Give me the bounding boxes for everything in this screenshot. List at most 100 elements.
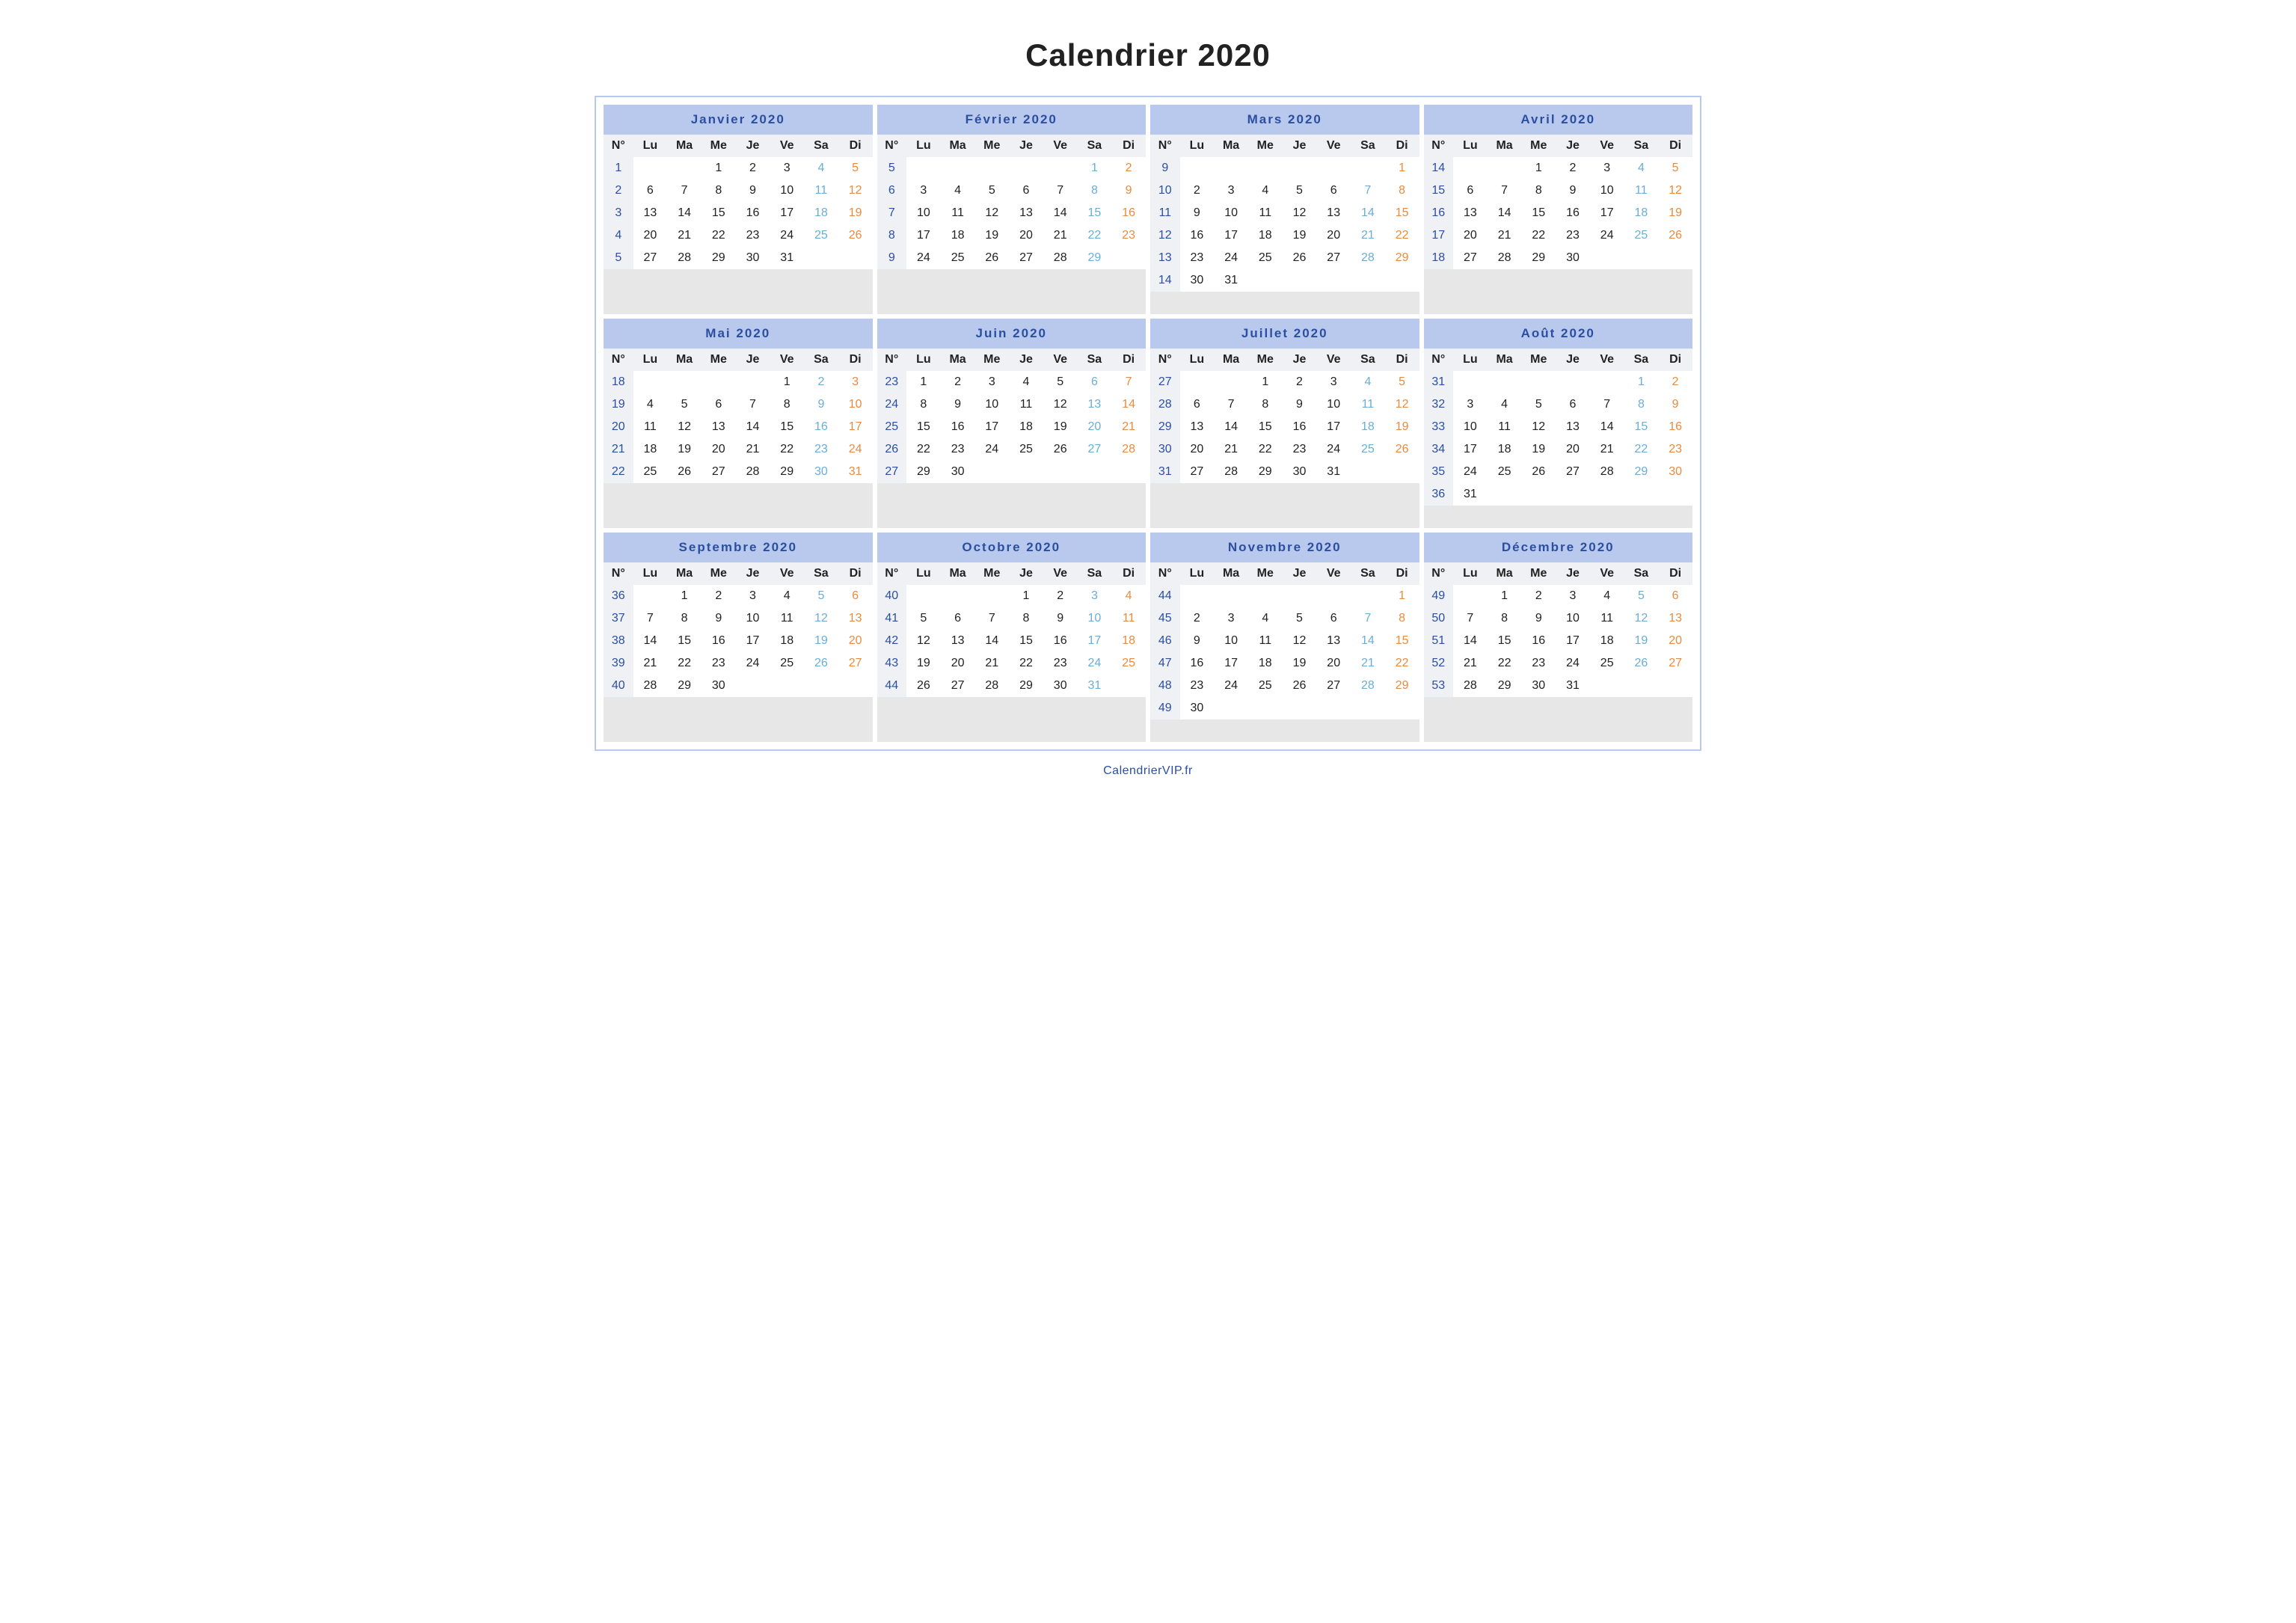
- week-row: 3524252627282930: [1424, 461, 1693, 483]
- day-cell: 14: [736, 416, 770, 438]
- day-header: Sa: [1078, 349, 1112, 371]
- day-cell: 25: [804, 224, 838, 247]
- pad-cell: [1453, 506, 1488, 528]
- day-cell: 6: [633, 180, 668, 202]
- day-cell: 24: [974, 438, 1009, 461]
- day-cell: [1043, 461, 1078, 483]
- week-row: 3020212223242526: [1150, 438, 1419, 461]
- day-cell: 10: [770, 180, 804, 202]
- day-cell: 25: [941, 247, 975, 269]
- day-cell: 29: [1078, 247, 1112, 269]
- day-cell: 1: [1385, 157, 1419, 180]
- pad-cell: [1150, 292, 1180, 314]
- day-cell: 24: [1590, 224, 1624, 247]
- day-header: N°: [604, 562, 633, 585]
- day-cell: 24: [838, 438, 873, 461]
- month-table: N°LuMaMeJeVeSaDi112345267891011123131415…: [604, 135, 873, 314]
- day-cell: 26: [1283, 675, 1317, 697]
- day-cell: 16: [736, 202, 770, 224]
- day-header: Lu: [633, 562, 668, 585]
- day-cell: 1: [667, 585, 702, 607]
- day-cell: [736, 675, 770, 697]
- day-header: N°: [1150, 349, 1180, 371]
- pad-cell: [633, 697, 668, 720]
- day-cell: 28: [1043, 247, 1078, 269]
- pad-cell: [702, 269, 736, 292]
- pad-cell: [1078, 269, 1112, 292]
- day-cell: 5: [974, 180, 1009, 202]
- page-title: Calendrier 2020: [595, 37, 1701, 73]
- week-number: 52: [1424, 652, 1454, 675]
- pad-cell: [1658, 506, 1692, 528]
- day-header: Ve: [1043, 135, 1078, 157]
- month-block: Avril 2020N°LuMaMeJeVeSaDi14123451567891…: [1424, 105, 1693, 314]
- day-cell: 11: [1248, 630, 1283, 652]
- pad-cell: [838, 292, 873, 314]
- week-row: 143031: [1150, 269, 1419, 292]
- pad-cell: [667, 506, 702, 528]
- day-cell: [1624, 675, 1659, 697]
- day-cell: 26: [1624, 652, 1659, 675]
- pad-cell: [702, 697, 736, 720]
- day-cell: 23: [804, 438, 838, 461]
- week-row: 313141516171819: [604, 202, 873, 224]
- day-cell: 2: [1521, 585, 1556, 607]
- week-number: 36: [1424, 483, 1454, 506]
- pad-cell: [1009, 483, 1043, 506]
- day-cell: 6: [1009, 180, 1043, 202]
- week-row: 26789101112: [604, 180, 873, 202]
- day-cell: 16: [1043, 630, 1078, 652]
- day-cell: 19: [1658, 202, 1692, 224]
- month-block: Juillet 2020N°LuMaMeJeVeSaDi271234528678…: [1150, 319, 1419, 528]
- day-header: Je: [1556, 349, 1590, 371]
- day-cell: 13: [633, 202, 668, 224]
- day-header: Je: [1283, 562, 1317, 585]
- pad-row: [604, 697, 873, 720]
- day-cell: 22: [702, 224, 736, 247]
- day-header: Di: [1111, 562, 1146, 585]
- day-header: Ve: [1590, 135, 1624, 157]
- day-cell: 23: [1180, 675, 1215, 697]
- week-number: 33: [1424, 416, 1454, 438]
- pad-cell: [1521, 720, 1556, 742]
- day-cell: 18: [1590, 630, 1624, 652]
- day-header: Ma: [1214, 349, 1248, 371]
- day-cell: 7: [1043, 180, 1078, 202]
- day-cell: 29: [1488, 675, 1522, 697]
- day-cell: 5: [1043, 371, 1078, 393]
- day-cell: 15: [906, 416, 941, 438]
- day-cell: [633, 157, 668, 180]
- day-cell: 17: [1214, 652, 1248, 675]
- footer-credit: CalendrierVIP.fr: [595, 764, 1701, 778]
- week-row: 4823242526272829: [1150, 675, 1419, 697]
- day-cell: 4: [1590, 585, 1624, 607]
- day-cell: [1351, 697, 1385, 720]
- day-cell: 17: [1556, 630, 1590, 652]
- day-header: Sa: [804, 135, 838, 157]
- week-row: 112345: [604, 157, 873, 180]
- day-cell: 6: [1316, 607, 1351, 630]
- day-cell: 21: [1351, 224, 1385, 247]
- day-cell: 21: [1214, 438, 1248, 461]
- pad-row: [1150, 483, 1419, 506]
- day-cell: 27: [941, 675, 975, 697]
- day-header: Di: [838, 562, 873, 585]
- week-number: 14: [1424, 157, 1454, 180]
- day-cell: 30: [1180, 269, 1215, 292]
- day-cell: 12: [1283, 630, 1317, 652]
- day-cell: 7: [1590, 393, 1624, 416]
- day-cell: 10: [1556, 607, 1590, 630]
- week-number: 39: [604, 652, 633, 675]
- day-cell: 23: [941, 438, 975, 461]
- day-cell: 2: [1043, 585, 1078, 607]
- day-header: Sa: [1624, 349, 1659, 371]
- day-header: N°: [877, 562, 907, 585]
- day-cell: 21: [1043, 224, 1078, 247]
- day-cell: 20: [702, 438, 736, 461]
- day-cell: 11: [633, 416, 668, 438]
- pad-cell: [1351, 483, 1385, 506]
- day-cell: 13: [1316, 202, 1351, 224]
- day-cell: [974, 585, 1009, 607]
- day-cell: 8: [1624, 393, 1659, 416]
- week-row: 420212223242526: [604, 224, 873, 247]
